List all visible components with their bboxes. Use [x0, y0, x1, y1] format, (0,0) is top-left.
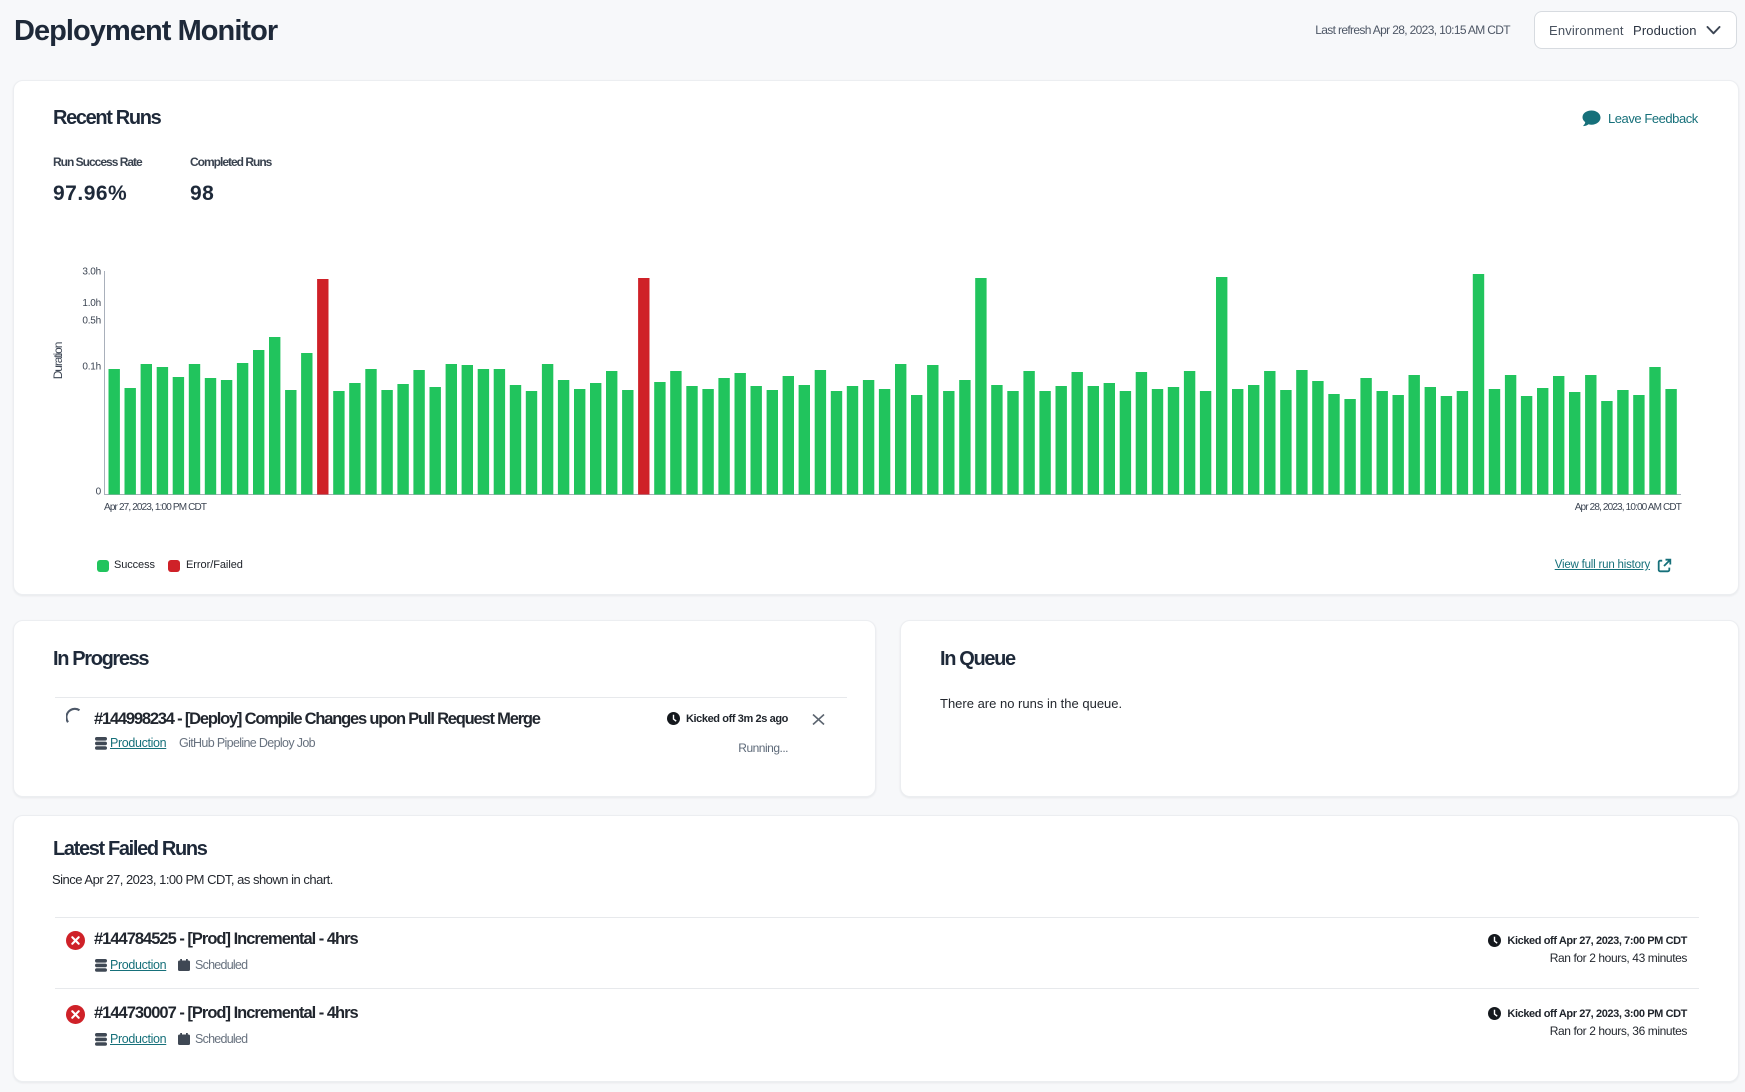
svg-text:0.1h: 0.1h	[82, 362, 101, 373]
svg-text:Apr 27, 2023, 1:00 PM CDT: Apr 27, 2023, 1:00 PM CDT	[104, 502, 207, 513]
svg-text:0.5h: 0.5h	[82, 316, 101, 327]
svg-text:Duration: Duration	[51, 342, 65, 379]
svg-text:1.0h: 1.0h	[82, 298, 101, 309]
svg-text:Apr 28, 2023, 10:00 AM CDT: Apr 28, 2023, 10:00 AM CDT	[1575, 502, 1682, 513]
svg-text:0: 0	[96, 487, 102, 498]
svg-text:3.0h: 3.0h	[82, 267, 101, 278]
